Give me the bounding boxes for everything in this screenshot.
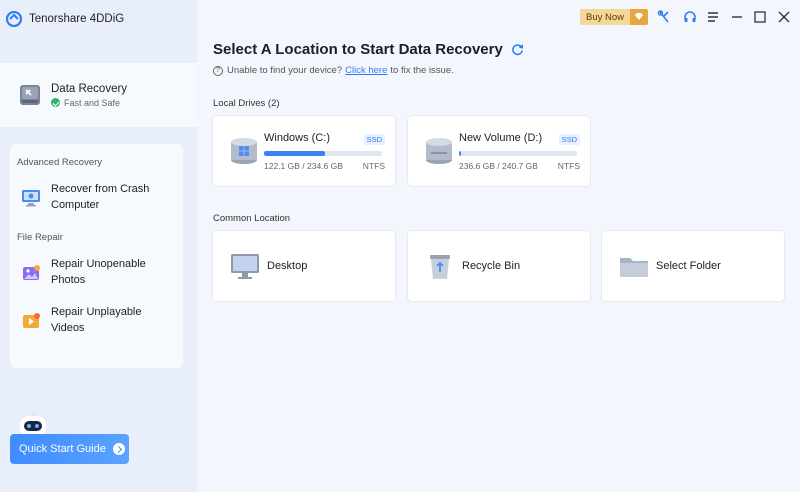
- help-suffix: to fix the issue.: [390, 65, 454, 76]
- sidebar-item-repair-videos[interactable]: Repair Unplayable Videos: [20, 305, 180, 336]
- status-line: Fast and Safe: [51, 98, 127, 108]
- quick-start-label: Quick Start Guide: [19, 443, 106, 455]
- sidebar: Tenorshare 4DDiG Data Recovery Fast and …: [0, 0, 197, 492]
- page-title: Select A Location to Start Data Recovery: [213, 41, 503, 58]
- title-bar: Buy Now: [197, 0, 800, 34]
- sidebar-item-data-recovery[interactable]: Data Recovery Fast and Safe: [0, 63, 197, 127]
- main-content: Buy Now Select A Location to Start Data …: [197, 0, 800, 492]
- drive-filesystem: NTFS: [362, 161, 385, 171]
- buy-now-button[interactable]: Buy Now: [580, 9, 648, 25]
- drive-usage-fill: [264, 151, 326, 156]
- help-text: Unable to find your device?: [227, 65, 343, 76]
- location-card-desktop[interactable]: Desktop: [213, 231, 395, 301]
- sidebar-item-label: Repair Unopenable Photos: [51, 258, 146, 286]
- folder-icon: [620, 258, 648, 277]
- menu-icon[interactable]: [706, 10, 720, 24]
- sidebar-item-label: Data Recovery: [51, 82, 128, 95]
- quick-start-guide-button[interactable]: Quick Start Guide: [10, 434, 129, 464]
- tools-icon[interactable]: [657, 10, 671, 24]
- support-headset-icon[interactable]: [683, 10, 697, 24]
- common-location-label: Common Location: [213, 213, 291, 224]
- data-recovery-text: Data Recovery Fast and Safe: [51, 83, 127, 108]
- group-label-file-repair: File Repair: [17, 232, 63, 243]
- buy-now-label: Buy Now: [586, 11, 625, 23]
- app-logo-row: Tenorshare 4DDiG: [0, 0, 197, 38]
- app-window: Tenorshare 4DDiG Data Recovery Fast and …: [0, 0, 800, 492]
- minimize-icon[interactable]: [730, 10, 744, 24]
- maximize-icon[interactable]: [753, 10, 767, 24]
- location-name: Recycle Bin: [462, 260, 521, 272]
- sidebar-item-recover-crash-computer[interactable]: Recover from Crash Computer: [20, 182, 180, 213]
- drive-name: New Volume (D:): [459, 132, 543, 144]
- arrow-right-icon: [112, 443, 125, 455]
- drive-capacity: 236.6 GB / 240.7 GB: [459, 161, 538, 171]
- drive-capacity: 122.1 GB / 234.6 GB: [264, 161, 343, 171]
- status-text: Fast and Safe: [64, 97, 121, 108]
- diamond-icon: [630, 9, 648, 25]
- recycle-bin-icon: [430, 255, 450, 279]
- sidebar-item-label: Recover from Crash Computer: [51, 183, 150, 211]
- hard-drive-icon: [20, 85, 40, 105]
- crash-computer-icon: [22, 189, 40, 206]
- tools-panel: Advanced Recovery Recover from Crash Com…: [10, 144, 183, 368]
- drive-type-badge: SSD: [558, 134, 580, 145]
- local-drives-label: Local Drives (2): [213, 98, 280, 109]
- drive-type-badge: SSD: [363, 134, 385, 145]
- drive-usage-bar: [264, 151, 382, 156]
- help-line: ? Unable to find your device? Click here…: [213, 65, 454, 76]
- location-card-select-folder[interactable]: Select Folder: [602, 231, 784, 301]
- drive-filesystem: NTFS: [557, 161, 580, 171]
- desktop-icon: [231, 254, 259, 279]
- app-title: Tenorshare 4DDiG: [29, 13, 125, 25]
- check-icon: [51, 98, 60, 107]
- sidebar-item-repair-photos[interactable]: Repair Unopenable Photos: [20, 257, 180, 288]
- help-icon: ?: [213, 65, 223, 76]
- page-title-row: Select A Location to Start Data Recovery: [213, 41, 524, 58]
- drive-usage-bar: [459, 151, 577, 156]
- drive-name: Windows (C:): [264, 132, 331, 144]
- location-card-recycle-bin[interactable]: Recycle Bin: [408, 231, 590, 301]
- click-here-link[interactable]: Click here: [345, 65, 387, 76]
- sidebar-item-label: Repair Unplayable Videos: [51, 306, 142, 334]
- app-logo-icon: [6, 11, 22, 27]
- drive-card-c[interactable]: Windows (C:) SSD 122.1 GB / 234.6 GB NTF…: [213, 116, 395, 186]
- close-icon[interactable]: [777, 10, 791, 24]
- photo-repair-icon: [23, 264, 40, 280]
- refresh-icon[interactable]: [511, 43, 524, 56]
- location-name: Desktop: [267, 260, 308, 272]
- drive-usage-fill: [459, 151, 462, 156]
- hard-drive-icon: [426, 138, 452, 164]
- video-repair-icon: [23, 312, 40, 328]
- group-label-advanced-recovery: Advanced Recovery: [17, 157, 103, 168]
- drive-card-d[interactable]: New Volume (D:) SSD 236.6 GB / 240.7 GB …: [408, 116, 590, 186]
- windows-drive-icon: [231, 138, 257, 164]
- location-name: Select Folder: [656, 260, 721, 272]
